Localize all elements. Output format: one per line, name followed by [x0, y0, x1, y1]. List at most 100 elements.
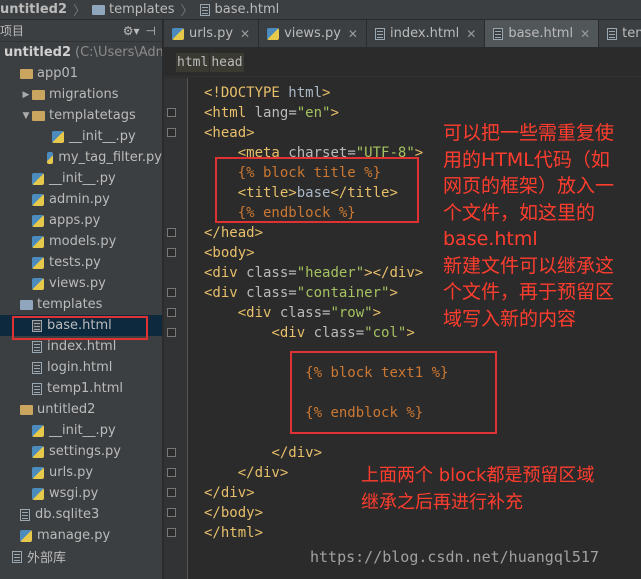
- tree-item-label: wsgi.py: [49, 486, 99, 501]
- code-line: <div class="container">: [204, 285, 398, 301]
- project-tree: untitled2(C:\Users\Admirapp01▶migrations…: [0, 42, 162, 567]
- fold-marker-icon[interactable]: [167, 468, 176, 477]
- tree-item[interactable]: urls.py: [0, 462, 162, 483]
- tree-item-label: 外部库: [27, 551, 67, 566]
- tree-item[interactable]: db.sqlite3: [0, 504, 162, 525]
- fold-marker-icon[interactable]: [167, 508, 176, 517]
- tag-crumb-html[interactable]: html: [176, 53, 210, 72]
- python-file-icon: [32, 277, 44, 290]
- tree-item-label: temp1.html: [47, 381, 124, 396]
- fold-marker-icon[interactable]: [167, 528, 176, 537]
- breadcrumb-item[interactable]: untitled2: [0, 2, 71, 17]
- tree-item-label: admin.py: [49, 192, 110, 207]
- tree-item[interactable]: ▶ migrations: [0, 84, 162, 105]
- fold-marker-icon[interactable]: [167, 108, 176, 117]
- tree-item[interactable]: templates: [0, 294, 162, 315]
- tree-item[interactable]: 外部库: [0, 546, 162, 567]
- fold-marker-icon[interactable]: [167, 288, 176, 297]
- breadcrumb-item[interactable]: templates: [88, 2, 178, 17]
- expand-arrow-icon[interactable]: ▶: [20, 90, 32, 100]
- tree-item[interactable]: apps.py: [0, 210, 162, 231]
- editor-tab[interactable]: base.html ✕: [485, 20, 600, 47]
- tree-item-label: db.sqlite3: [35, 507, 100, 522]
- code-line: <body>: [204, 245, 255, 261]
- code-line: <!DOCTYPE html>: [204, 85, 331, 101]
- tree-item[interactable]: models.py: [0, 231, 162, 252]
- tree-item[interactable]: __init__.py: [0, 168, 162, 189]
- tree-item[interactable]: __init__.py: [0, 420, 162, 441]
- tree-item-label: apps.py: [49, 213, 101, 228]
- close-tab-icon[interactable]: ✕: [348, 27, 358, 41]
- tree-item[interactable]: tests.py: [0, 252, 162, 273]
- python-file-icon: [32, 466, 44, 479]
- tree-item-label: models.py: [49, 234, 117, 249]
- text1-block-highlight-box: [290, 351, 497, 434]
- tree-item[interactable]: untitled2: [0, 399, 162, 420]
- python-file-icon: [172, 27, 184, 40]
- code-line: </div>: [271, 445, 323, 461]
- tree-item[interactable]: settings.py: [0, 441, 162, 462]
- tab-label: views.py: [284, 26, 341, 41]
- html-file-icon: [374, 27, 385, 40]
- tab-label: temp: [622, 26, 641, 41]
- tree-item-label: manage.py: [37, 528, 111, 543]
- tree-item-label: templatetags: [49, 108, 136, 123]
- fold-marker-icon[interactable]: [167, 308, 176, 317]
- folder-icon: [20, 299, 33, 310]
- tree-item[interactable]: untitled2(C:\Users\Admir: [0, 42, 162, 63]
- tree-item-label: untitled2: [4, 45, 72, 60]
- settings-gear-icon[interactable]: ⚙▾: [123, 24, 140, 38]
- code-line: <div class="header"></div>: [204, 265, 424, 281]
- editor-gutter: [164, 78, 188, 579]
- tab-label: urls.py: [189, 26, 234, 41]
- tag-breadcrumb-bar: html head: [164, 49, 641, 77]
- library-icon: [12, 550, 22, 563]
- breadcrumb-label: templates: [109, 2, 175, 17]
- html-file-icon: [199, 3, 210, 16]
- fold-marker-icon[interactable]: [167, 248, 176, 257]
- tree-item[interactable]: admin.py: [0, 189, 162, 210]
- close-tab-icon[interactable]: ✕: [240, 27, 250, 41]
- folder-icon: [20, 404, 33, 415]
- code-line: </div>: [237, 465, 289, 481]
- tree-item[interactable]: wsgi.py: [0, 483, 162, 504]
- collapse-arrow-icon[interactable]: ▼: [20, 111, 32, 121]
- tree-item[interactable]: __init__.py: [0, 126, 162, 147]
- python-file-icon: [32, 487, 44, 500]
- tree-item-label: settings.py: [49, 444, 121, 459]
- tree-item[interactable]: my_tag_filter.py: [0, 147, 162, 168]
- folder-icon: [20, 68, 33, 79]
- tree-item[interactable]: login.html: [0, 357, 162, 378]
- fold-marker-icon[interactable]: [167, 128, 176, 137]
- folder-icon: [32, 89, 45, 100]
- fold-marker-icon[interactable]: [167, 228, 176, 237]
- tree-item[interactable]: temp1.html: [0, 378, 162, 399]
- fold-marker-icon[interactable]: [167, 488, 176, 497]
- breadcrumb-separator: 〉: [180, 4, 194, 19]
- code-line: </head>: [204, 225, 264, 241]
- tree-item-label: my_tag_filter.py: [58, 150, 162, 165]
- code-line: </div>: [204, 485, 255, 501]
- breadcrumb-item[interactable]: base.html: [196, 2, 284, 17]
- fold-marker-icon[interactable]: [167, 448, 176, 457]
- editor-tab[interactable]: urls.py ✕: [164, 20, 260, 47]
- tree-item-label: __init__.py: [69, 129, 136, 144]
- tree-item[interactable]: app01: [0, 63, 162, 84]
- tree-item-path: (C:\Users\Admir: [75, 45, 162, 60]
- tree-item[interactable]: ▼ templatetags: [0, 105, 162, 126]
- tree-item[interactable]: views.py: [0, 273, 162, 294]
- editor-tab[interactable]: temp: [599, 20, 641, 47]
- editor-tab[interactable]: index.html ✕: [366, 20, 486, 47]
- tree-item-label: migrations: [49, 87, 119, 102]
- hide-panel-icon[interactable]: ⊣: [146, 24, 156, 38]
- tree-item[interactable]: manage.py: [0, 525, 162, 546]
- close-tab-icon[interactable]: ✕: [580, 27, 590, 41]
- editor-tab[interactable]: views.py ✕: [259, 20, 367, 47]
- tab-label: index.html: [389, 26, 460, 41]
- tree-item-label: login.html: [47, 360, 113, 375]
- code-editor[interactable]: <!DOCTYPE html> <html lang="en"> <head> <m…: [189, 78, 641, 579]
- close-tab-icon[interactable]: ✕: [466, 27, 476, 41]
- tag-crumb-head[interactable]: head: [210, 53, 244, 72]
- title-block-highlight-box: [215, 157, 419, 223]
- fold-marker-icon[interactable]: [167, 328, 176, 337]
